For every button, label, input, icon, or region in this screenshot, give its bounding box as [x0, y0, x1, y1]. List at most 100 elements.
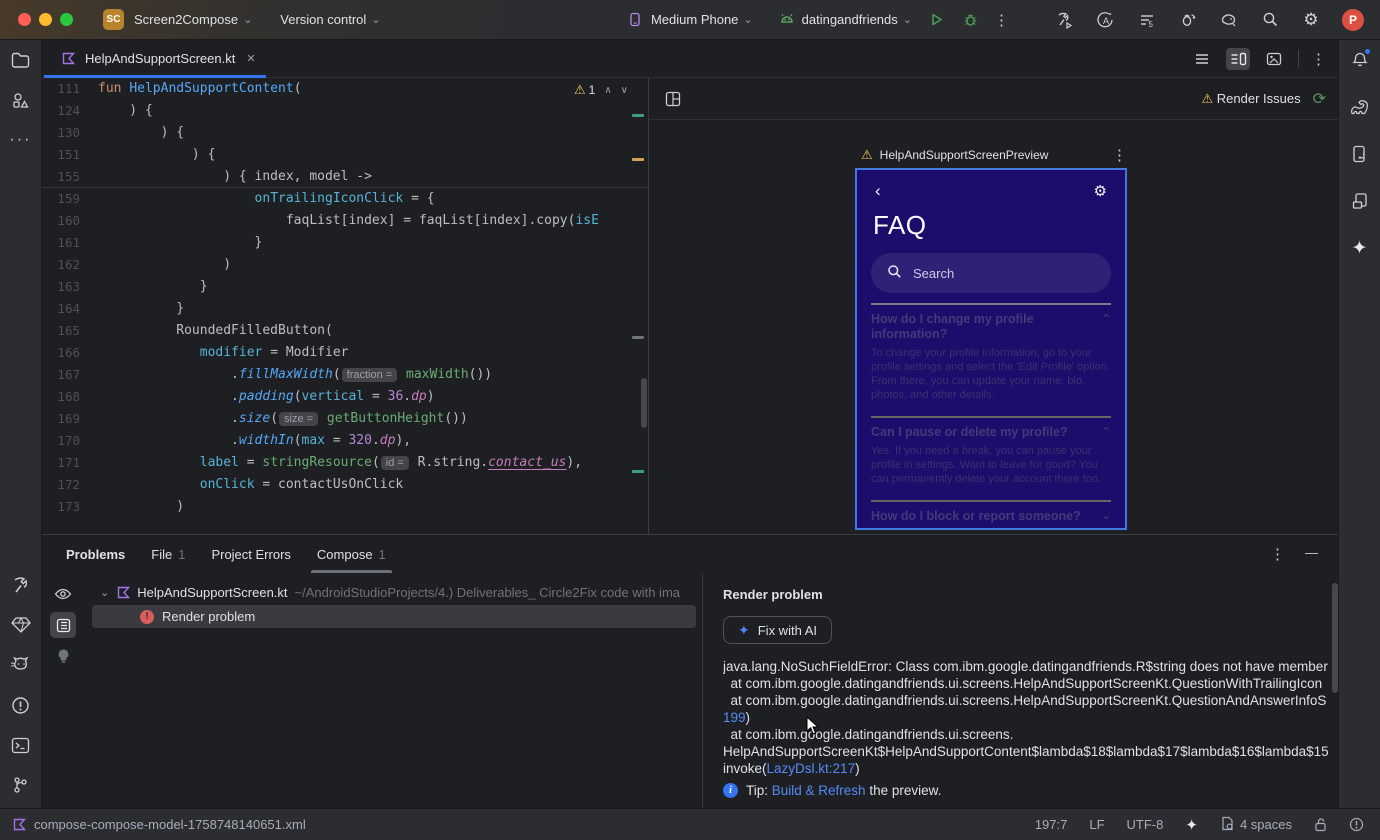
split-view-icon[interactable] — [1226, 47, 1250, 70]
problems-icon[interactable] — [8, 692, 34, 718]
code-line[interactable]: 162 ) — [42, 254, 648, 276]
status-file[interactable]: compose-compose-model-1758748140651.xml — [12, 817, 306, 832]
problems-file-row[interactable]: ⌄ HelpAndSupportScreen.kt ~/AndroidStudi… — [84, 581, 702, 603]
logcat-cat-icon[interactable] — [8, 652, 34, 678]
code-line[interactable]: 171 label = stringResource(id = R.string… — [42, 452, 648, 474]
code-line[interactable]: 169 .size(size = getButtonHeight()) — [42, 408, 648, 430]
preview-title-row[interactable]: ⚠ HelpAndSupportScreenPreview ⋮ — [861, 146, 1127, 164]
code-line[interactable]: 130 ) { — [42, 122, 648, 144]
code-line[interactable]: 161 } — [42, 232, 648, 254]
code-editor[interactable]: 111 fun HelpAndSupportContent(124 ) {130 … — [42, 78, 648, 534]
settings-gear-icon[interactable]: ⚙ — [1301, 10, 1321, 30]
version-control-branch-icon[interactable] — [8, 772, 34, 798]
panel-options-icon[interactable]: ⋮ — [1270, 545, 1285, 563]
code-line[interactable]: 159 onTrailingIconClick = { — [42, 188, 648, 210]
event-log-icon[interactable] — [1349, 817, 1364, 832]
resource-manager-icon[interactable] — [8, 87, 34, 113]
line-ending[interactable]: LF — [1089, 817, 1104, 832]
project-menu[interactable]: Screen2Compose ⌄ — [134, 12, 252, 27]
attach-debugger-icon[interactable] — [1178, 10, 1198, 30]
code-line[interactable]: 168 .padding(vertical = 36.dp) — [42, 386, 648, 408]
editor-scrollbar[interactable] — [641, 378, 647, 428]
close-window-button[interactable] — [18, 13, 31, 26]
code-line[interactable]: 170 .widthIn(max = 320.dp), — [42, 430, 648, 452]
details-view-icon[interactable] — [50, 612, 76, 638]
build-icon[interactable] — [1055, 10, 1075, 30]
zoom-window-button[interactable] — [60, 13, 73, 26]
code-line[interactable]: 155 ) { index, model -> — [42, 166, 648, 188]
code-line[interactable]: 165 RoundedFilledButton( — [42, 320, 648, 342]
fix-with-ai-label: Fix with AI — [757, 622, 817, 638]
code-line[interactable]: 172 onClick = contactUsOnClick — [42, 474, 648, 496]
code-line[interactable]: 167 .fillMaxWidth(fraction = maxWidth()) — [42, 364, 648, 386]
back-chevron-icon: ‹ — [875, 181, 881, 200]
code-line[interactable]: 164 } — [42, 298, 648, 320]
notifications-bell-icon[interactable] — [1347, 47, 1373, 73]
problems-tab-project-errors[interactable]: Project Errors — [211, 535, 290, 573]
caret-position[interactable]: 197:7 — [1035, 817, 1068, 832]
render-problem-row[interactable]: ! Render problem — [92, 605, 696, 628]
more-run-options-icon[interactable]: ⋮ — [994, 11, 1009, 29]
trace-link[interactable]: 199 — [723, 710, 746, 725]
terminal-icon[interactable] — [8, 732, 34, 758]
gemini-sparkle-icon[interactable]: ✦ — [1347, 235, 1373, 261]
problems-tab-file[interactable]: File 1 — [151, 535, 185, 573]
file-encoding[interactable]: UTF-8 — [1127, 817, 1164, 832]
previous-problem-icon[interactable]: ∧ — [604, 85, 611, 96]
user-avatar[interactable]: P — [1342, 8, 1364, 31]
debug-button[interactable] — [960, 10, 980, 30]
project-folder-icon[interactable] — [8, 47, 34, 73]
run-configuration-selector[interactable]: datingandfriends ⌄ — [777, 10, 912, 30]
build-refresh-link[interactable]: Build & Refresh — [772, 783, 866, 798]
code-line[interactable]: 111 fun HelpAndSupportContent( — [42, 78, 648, 100]
task-list-icon[interactable]: 5 — [1137, 10, 1157, 30]
inspection-widget[interactable]: ⚠ 1 ∧ ∨ — [570, 80, 632, 100]
ai-status-sparkle-icon[interactable]: ✦ — [1185, 816, 1198, 834]
code-line[interactable]: 173 ) — [42, 496, 648, 518]
code-line[interactable]: 160 faqList[index] = faqList[index].copy… — [42, 210, 648, 232]
search-icon[interactable] — [1260, 10, 1280, 30]
minimize-panel-icon[interactable]: — — [1305, 545, 1318, 563]
search-placeholder: Search — [913, 265, 955, 281]
preview-options-icon[interactable]: ⋮ — [1112, 146, 1127, 164]
preview-eye-icon[interactable] — [50, 581, 76, 607]
more-tool-windows-icon[interactable]: ··· — [8, 127, 34, 153]
trace-line: HelpAndSupportScreenKt$HelpAndSupportCon… — [723, 744, 1329, 759]
refresh-preview-icon[interactable]: ⟳ — [1313, 89, 1326, 109]
indent-setting[interactable]: 4 spaces — [1220, 816, 1292, 834]
gradle-elephant-icon[interactable] — [1347, 94, 1373, 120]
phone-preview: ‹ ⚙ FAQ Search How do I change my profil… — [855, 168, 1127, 530]
design-view-icon[interactable] — [1262, 48, 1286, 70]
next-problem-icon[interactable]: ∨ — [621, 85, 628, 96]
editor-tab-title: HelpAndSupportScreen.kt — [85, 51, 236, 66]
ai-actions-icon[interactable]: A — [1096, 10, 1116, 30]
close-tab-icon[interactable]: ✕ — [246, 52, 255, 65]
run-button[interactable] — [926, 10, 946, 30]
app-inspection-gem-icon[interactable] — [8, 612, 34, 638]
chevron-down-icon: ⌄ — [371, 14, 381, 26]
trace-link[interactable]: LazyDsl.kt:217 — [767, 761, 856, 776]
code-line[interactable]: 151 ) { — [42, 144, 648, 166]
vcs-menu[interactable]: Version control ⌄ — [280, 12, 380, 27]
code-lines: 111 fun HelpAndSupportContent(124 ) {130 … — [42, 78, 648, 518]
preview-layout-icon[interactable] — [663, 89, 683, 109]
device-manager-icon[interactable] — [1347, 188, 1373, 214]
quick-fix-bulb-icon[interactable] — [50, 643, 76, 669]
editor-options-icon[interactable]: ⋮ — [1311, 50, 1326, 68]
preview-canvas[interactable]: ⚠ HelpAndSupportScreenPreview ⋮ ‹ ⚙ FAQ … — [649, 120, 1340, 534]
fix-with-ai-button[interactable]: ✦ Fix with AI — [723, 616, 832, 644]
editor-tab[interactable]: HelpAndSupportScreen.kt ✕ — [42, 40, 268, 78]
profiler-icon[interactable] — [1219, 10, 1239, 30]
running-devices-icon[interactable] — [1347, 141, 1373, 167]
code-view-icon[interactable] — [1190, 48, 1214, 70]
problems-tab-compose[interactable]: Compose 1 — [310, 535, 392, 573]
minimize-window-button[interactable] — [39, 13, 52, 26]
device-selector[interactable]: Medium Phone ⌄ — [626, 10, 753, 30]
code-line[interactable]: 124 ) { — [42, 100, 648, 122]
code-line[interactable]: 166 modifier = Modifier — [42, 342, 648, 364]
code-line[interactable]: 163 } — [42, 276, 648, 298]
write-access-lock-icon[interactable] — [1314, 817, 1327, 832]
render-issues-badge[interactable]: ⚠ Render Issues — [1201, 91, 1300, 107]
chevron-down-icon[interactable]: ⌄ — [100, 586, 109, 599]
build-tool-icon[interactable] — [8, 572, 34, 598]
